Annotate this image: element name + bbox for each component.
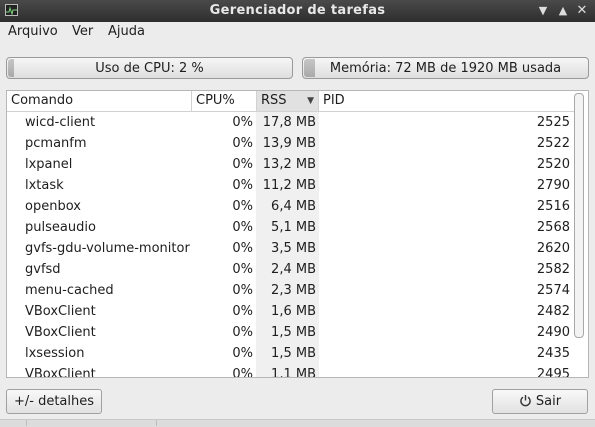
power-icon (519, 392, 532, 407)
menu-ver[interactable]: Ver (72, 24, 93, 39)
cpu-cell: 0% (232, 262, 253, 277)
pid-cell: 2520 (536, 157, 570, 172)
rss-cell: 11,2 MB (256, 175, 319, 196)
rss-cell: 17,8 MB (256, 112, 319, 133)
rss-cell: 13,2 MB (256, 154, 319, 175)
pid-cell: 2582 (536, 262, 570, 277)
rss-cell: 2,3 MB (256, 280, 319, 301)
table-row[interactable]: VBoxClient 0% 1,5 MB 2490 (7, 322, 575, 343)
cpu-cell: 0% (232, 136, 253, 151)
column-header-rss[interactable]: RSS ▼ (257, 91, 319, 111)
rss-cell: 5,1 MB (256, 217, 319, 238)
vertical-scrollbar[interactable] (574, 93, 584, 338)
command-cell: VBoxClient (25, 325, 96, 340)
cpu-cell: 0% (232, 178, 253, 193)
command-cell: lxtask (25, 178, 64, 193)
command-cell: pcmanfm (25, 136, 87, 151)
rss-cell: 1,5 MB (256, 343, 319, 364)
toggle-details-label: +/- detalhes (13, 394, 95, 409)
cpu-usage-label: Uso de CPU: 2 % (95, 61, 204, 76)
command-cell: wicd-client (25, 115, 96, 130)
command-cell: gvfs-gdu-volume-monitor (25, 241, 190, 256)
table-row[interactable]: lxtask 0% 11,2 MB 2790 (7, 175, 575, 196)
rss-cell: 13,9 MB (256, 133, 319, 154)
menu-ajuda[interactable]: Ajuda (108, 24, 145, 39)
pid-cell: 2495 (536, 367, 570, 378)
table-row[interactable]: gvfs-gdu-volume-monitor 0% 3,5 MB 2620 (7, 238, 575, 259)
column-header-cpu[interactable]: CPU% (192, 91, 257, 111)
table-row[interactable]: lxpanel 0% 13,2 MB 2520 (7, 154, 575, 175)
column-header-rss-label: RSS (261, 93, 287, 108)
rss-cell: 3,5 MB (256, 238, 319, 259)
pid-cell: 2620 (536, 241, 570, 256)
quit-button[interactable]: Sair (492, 389, 588, 414)
cpu-cell: 0% (232, 157, 253, 172)
pid-cell: 2490 (536, 325, 570, 340)
table-row[interactable]: openbox 0% 6,4 MB 2516 (7, 196, 575, 217)
table-row[interactable]: pulseaudio 0% 5,1 MB 2568 (7, 217, 575, 238)
command-cell: lxpanel (25, 157, 73, 172)
table-header: Comando CPU% RSS ▼ PID (7, 91, 575, 112)
cpu-cell: 0% (232, 241, 253, 256)
command-cell: pulseaudio (25, 220, 96, 235)
column-header-pid[interactable]: PID (319, 91, 575, 111)
command-cell: openbox (25, 199, 81, 214)
cpu-cell: 0% (232, 115, 253, 130)
cpu-cell: 0% (232, 304, 253, 319)
command-cell: lxsession (25, 346, 85, 361)
table-row[interactable]: VBoxClient 0% 1,1 MB 2495 (7, 364, 575, 378)
rss-cell: 1,5 MB (256, 322, 319, 343)
sort-down-icon: ▼ (307, 96, 314, 106)
menu-bar: Arquivo Ver Ajuda (0, 22, 595, 42)
rss-cell: 1,1 MB (256, 364, 319, 377)
command-cell: menu-cached (25, 283, 114, 298)
command-cell: gvfsd (25, 262, 61, 277)
pid-cell: 2522 (536, 136, 570, 151)
cpu-cell: 0% (232, 283, 253, 298)
table-body: wicd-client 0% 17,8 MB 2525 pcmanfm 0% 13,9 MB… (7, 112, 575, 378)
memory-usage-meter: Memória: 72 MB de 1920 MB usada (302, 57, 589, 79)
process-table: Comando CPU% RSS ▼ PID wicd-client 0% 17,8… (6, 90, 589, 378)
window-title: Gerenciador de tarefas (209, 3, 386, 18)
table-row[interactable]: VBoxClient 0% 1,6 MB 2482 (7, 301, 575, 322)
menu-arquivo[interactable]: Arquivo (8, 24, 58, 39)
rss-cell: 1,6 MB (256, 301, 319, 322)
memory-usage-label: Memória: 72 MB de 1920 MB usada (329, 61, 562, 76)
table-row[interactable]: wicd-client 0% 17,8 MB 2525 (7, 112, 575, 133)
table-row[interactable]: pcmanfm 0% 13,9 MB 2522 (7, 133, 575, 154)
pid-cell: 2435 (536, 346, 570, 361)
toggle-details-button[interactable]: +/- detalhes (6, 389, 102, 414)
command-cell: VBoxClient (25, 304, 96, 319)
window-menu-button[interactable]: ▼ (535, 3, 551, 19)
rss-cell: 2,4 MB (256, 259, 319, 280)
pid-cell: 2790 (536, 178, 570, 193)
table-row[interactable]: gvfsd 0% 2,4 MB 2582 (7, 259, 575, 280)
quit-label: Sair (535, 394, 562, 409)
cpu-cell: 0% (232, 325, 253, 340)
cpu-cell: 0% (232, 220, 253, 235)
command-cell: VBoxClient (25, 367, 96, 378)
pid-cell: 2482 (536, 304, 570, 319)
close-button[interactable]: ✕ (574, 3, 590, 19)
cpu-cell: 0% (232, 199, 253, 214)
title-bar: Gerenciador de tarefas ▼ ▲ ✕ (0, 0, 595, 22)
cpu-cell: 0% (232, 367, 253, 378)
column-header-comando[interactable]: Comando (7, 91, 192, 111)
cpu-cell: 0% (232, 346, 253, 361)
pid-cell: 2516 (536, 199, 570, 214)
pid-cell: 2574 (536, 283, 570, 298)
table-row[interactable]: menu-cached 0% 2,3 MB 2574 (7, 280, 575, 301)
cpu-usage-meter: Uso de CPU: 2 % (6, 57, 293, 79)
rss-cell: 6,4 MB (256, 196, 319, 217)
pid-cell: 2568 (536, 220, 570, 235)
table-row[interactable]: lxsession 0% 1,5 MB 2435 (7, 343, 575, 364)
pid-cell: 2525 (536, 115, 570, 130)
maximize-button[interactable]: ▲ (555, 3, 571, 19)
